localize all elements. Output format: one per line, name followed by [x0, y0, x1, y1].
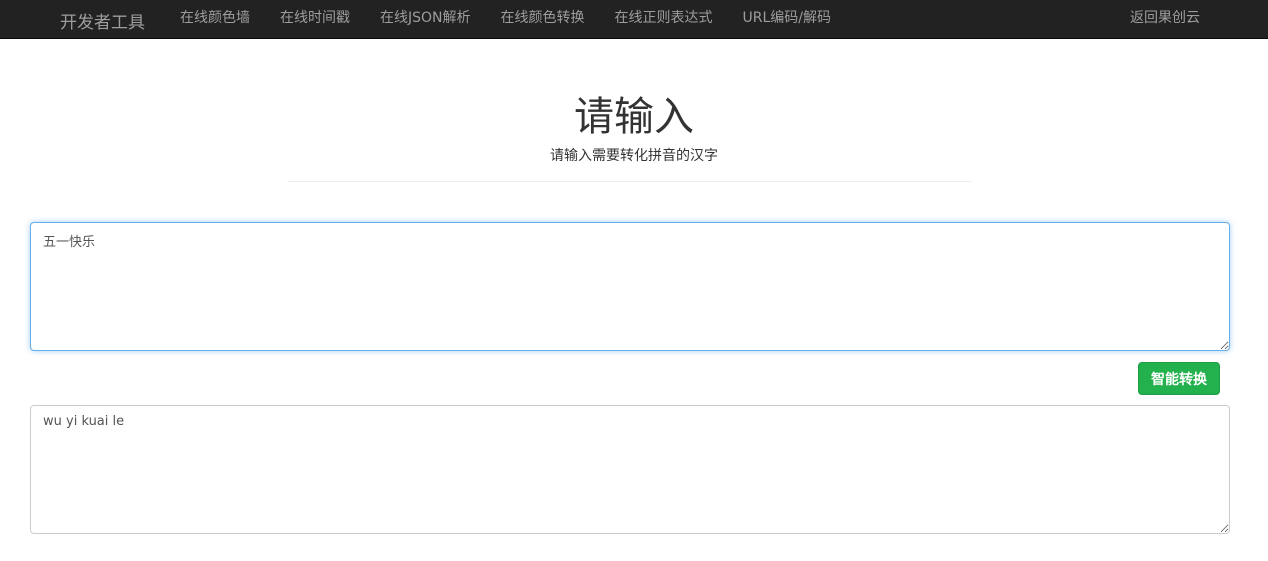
- nav-regex[interactable]: 在线正则表达式: [600, 0, 728, 36]
- page-subtitle: 请输入需要转化拼音的汉字: [550, 148, 718, 164]
- divider: [288, 181, 972, 182]
- convert-button[interactable]: 智能转换: [1138, 362, 1220, 395]
- nav-json[interactable]: 在线JSON解析: [365, 0, 486, 36]
- nav-timestamp[interactable]: 在线时间戳: [265, 0, 365, 36]
- nav-color-wall[interactable]: 在线颜色墙: [165, 0, 265, 36]
- page-title: 请输入: [574, 94, 694, 140]
- pinyin-output[interactable]: wu yi kuai le: [30, 405, 1230, 534]
- brand-link[interactable]: 开发者工具: [60, 8, 145, 33]
- chinese-input[interactable]: 五一快乐: [30, 222, 1230, 351]
- nav-color-convert[interactable]: 在线颜色转换: [486, 0, 600, 36]
- nav-back-link[interactable]: 返回果创云: [1130, 0, 1200, 36]
- nav-links: 在线颜色墙 在线时间戳 在线JSON解析 在线颜色转换 在线正则表达式 URL编…: [165, 0, 846, 36]
- navbar: 开发者工具 在线颜色墙 在线时间戳 在线JSON解析 在线颜色转换 在线正则表达…: [0, 0, 1268, 39]
- nav-url-encode[interactable]: URL编码/解码: [728, 0, 847, 36]
